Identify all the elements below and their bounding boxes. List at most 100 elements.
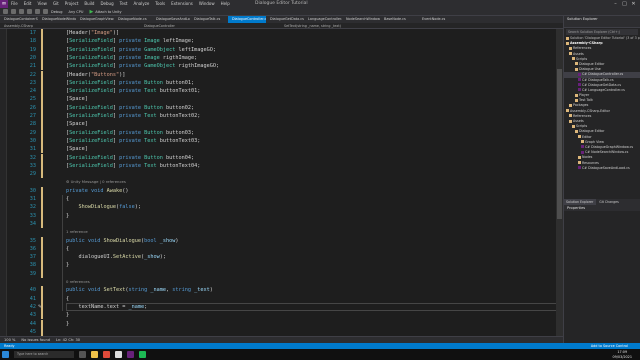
code-line[interactable]: 19 [SerializeField] private GameObject le…	[7, 45, 563, 54]
tab-dialoguetalk[interactable]: DialogueTalk.cs	[190, 16, 228, 23]
back-icon[interactable]	[3, 9, 8, 14]
browser-icon[interactable]	[103, 351, 110, 358]
vertical-scrollbar[interactable]	[556, 29, 563, 336]
code-line[interactable]: 33 [SerializeField] private Text buttonTe…	[7, 161, 563, 171]
tab-dialoguenode[interactable]: DialogueNode.cs	[114, 16, 152, 23]
minimize-icon[interactable]: –	[611, 0, 620, 8]
zoom-level[interactable]: 100 %	[4, 338, 15, 342]
codelens-row[interactable]: ⚙ Unity Message | 0 references	[7, 178, 563, 186]
code-line[interactable]: 42 textName.text = _name; ✎	[7, 302, 570, 312]
tab-nodesearchwindow[interactable]: NodeSearchWindow.cs	[342, 16, 380, 23]
code-line[interactable]: 18 [SerializeField] private Image leftIma…	[7, 37, 563, 46]
menu-item-help[interactable]: Help	[221, 0, 230, 8]
code-line[interactable]: 43}	[7, 311, 563, 320]
new-file-icon[interactable]	[19, 9, 24, 14]
tab-dialoguegraphview[interactable]: DialogueGraphView.cs	[76, 16, 114, 23]
codelens-row[interactable]: 0 references	[7, 278, 563, 286]
solution-search-input[interactable]: Search Solution Explorer (Ctrl+;)	[566, 29, 638, 35]
taskbar-search[interactable]: Type here to search	[14, 351, 74, 358]
tab-dialoguecontroller[interactable]: DialogueController.cs	[228, 16, 266, 23]
code-line[interactable]: 21 [SerializeField] private GameObject ri…	[7, 62, 563, 71]
save-icon[interactable]	[27, 9, 32, 14]
menu-item-debug[interactable]: Debug	[100, 0, 113, 8]
close-icon[interactable]: ✕	[629, 0, 638, 8]
solution-tree-item[interactable]: C# DialogueSaveAndLoad.cs	[564, 166, 640, 171]
tab-dialoguesaveandload[interactable]: DialogueSaveAndLoad.cs	[152, 16, 190, 23]
menu-item-tools[interactable]: Tools	[155, 0, 165, 8]
vs-window: ∞ File Edit View Git Project Build Debug Test An…	[0, 0, 640, 360]
code-editor[interactable]: 17 [Header("Image")] 18 [SerializeField] pr…	[0, 29, 570, 337]
start-icon[interactable]	[2, 351, 9, 358]
file-explorer-icon[interactable]	[91, 351, 98, 358]
change-marker	[41, 311, 43, 320]
code-line[interactable]: 30 private void Awake()	[7, 186, 563, 195]
code-line[interactable]: 20 [SerializeField] private Image rigthIm…	[7, 53, 563, 63]
code-line[interactable]: 32 [SerializeField] private Button button…	[7, 153, 563, 162]
tab-languagecontroller[interactable]: LanguageController.cs	[304, 16, 342, 23]
code-line[interactable]: 26 [SerializeField] private Button button…	[7, 103, 563, 112]
menu-item-analyze[interactable]: Analyze	[134, 0, 150, 8]
code-line[interactable]: 36 {	[7, 244, 563, 254]
tab-eventnode[interactable]: EventNode.cs	[418, 16, 456, 23]
code-line[interactable]: 22 [Header("Buttons")]	[7, 70, 563, 79]
undo-icon[interactable]	[35, 9, 40, 14]
code-line[interactable]: 45	[7, 327, 563, 337]
codelens-text[interactable]: ⚙ Unity Message | 0 references	[66, 178, 126, 186]
code-line[interactable]: 23 [SerializeField] private Button button…	[7, 78, 563, 88]
code-line[interactable]: 37 dialogueUI.SetActive(_show);	[7, 253, 563, 262]
tab-dialoguecontainerso[interactable]: DialogueContainerSO.cs	[0, 16, 38, 23]
codelens-text[interactable]: 0 references	[66, 278, 90, 286]
code-line[interactable]: 44}	[7, 319, 563, 328]
codelens-text[interactable]: 1 reference	[66, 228, 88, 236]
code-line[interactable]: 29	[7, 170, 563, 179]
project-dropdown[interactable]: Assembly-CSharp	[0, 23, 140, 28]
code-line[interactable]: 24 [SerializeField] private Text buttonTe…	[7, 87, 563, 96]
menu-item-extensions[interactable]: Extensions	[171, 0, 193, 8]
code-line[interactable]: 30 [SerializeField] private Text buttonTe…	[7, 136, 563, 146]
code-line[interactable]: 41 {	[7, 294, 563, 303]
code-line[interactable]: 28 [Space]	[7, 120, 563, 129]
class-dropdown[interactable]: DialogueController	[140, 23, 280, 28]
app-icon[interactable]	[139, 351, 146, 358]
task-view-icon[interactable]	[79, 351, 86, 358]
menu-item-build[interactable]: Build	[84, 0, 94, 8]
menu-item-git[interactable]: Git	[53, 0, 59, 8]
visual-studio-icon[interactable]	[127, 351, 134, 358]
code-line[interactable]: 25 [Space]	[7, 95, 563, 104]
code-line[interactable]: 38}	[7, 261, 563, 270]
menu-item-edit[interactable]: Edit	[24, 0, 32, 8]
code-line[interactable]: 33}	[7, 211, 563, 220]
scrollbar-thumb[interactable]	[557, 69, 562, 219]
play-icon[interactable]: ▶	[89, 9, 93, 15]
codelens-row[interactable]: 1 reference	[7, 228, 563, 236]
config-select[interactable]: Debug	[51, 10, 63, 14]
member-dropdown[interactable]: SetText(string _name, string _text)	[280, 23, 420, 28]
code-line[interactable]: 31 {	[7, 195, 563, 204]
platform-select[interactable]: Any CPU	[69, 10, 84, 14]
tab-basenode[interactable]: BaseNode.cs	[380, 16, 418, 23]
code-line[interactable]: 31 [Space]	[7, 145, 563, 154]
code-line[interactable]: 27 [SerializeField] private Text buttonTe…	[7, 112, 563, 121]
menu-item-project[interactable]: Project	[65, 0, 79, 8]
redo-icon[interactable]	[43, 9, 48, 14]
menu-item-file[interactable]: File	[11, 0, 18, 8]
code-line[interactable]: 39	[7, 269, 563, 278]
code-line[interactable]: 17 [Header("Image")]	[7, 29, 563, 38]
tab-dialoguegetdata[interactable]: DialogueGetData.cs	[266, 16, 304, 23]
edit-pencil-icon[interactable]: ✎	[38, 303, 45, 310]
attach-button[interactable]: Attach to Unity	[95, 10, 121, 14]
code-line[interactable]: 32 ShowDialogue(false);	[7, 203, 563, 212]
forward-icon[interactable]	[11, 9, 16, 14]
code-line[interactable]: 40 public void SetText(string _name, stri…	[7, 286, 563, 295]
clock[interactable]: 17:09 09/03/2021	[612, 350, 632, 359]
code-line[interactable]: 34	[7, 219, 563, 229]
unity-icon[interactable]	[115, 351, 122, 358]
code-line[interactable]: 35 public void ShowDialogue(bool _show)	[7, 236, 563, 245]
menu-item-view[interactable]: View	[37, 0, 47, 8]
code-line[interactable]: 29 [SerializeField] private Button button…	[7, 128, 563, 137]
maximize-icon[interactable]: □	[620, 0, 629, 8]
tab-dialoguenodewindow[interactable]: DialogueNodeWindow.cs	[38, 16, 76, 23]
menu-item-test[interactable]: Test	[120, 0, 128, 8]
issues-indicator[interactable]: No issues found	[21, 338, 50, 342]
menu-item-window[interactable]: Window	[199, 0, 215, 8]
